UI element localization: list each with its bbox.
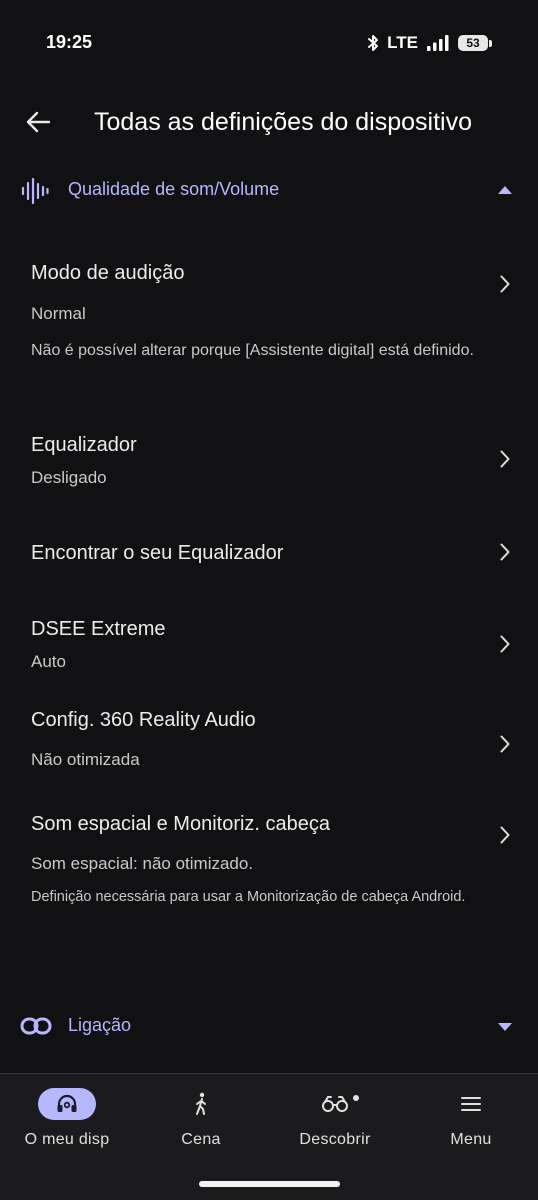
back-button[interactable] — [20, 104, 56, 140]
arrow-left-icon — [26, 111, 51, 133]
setting-value: Som espacial: não otimizado. — [31, 854, 254, 873]
setting-360-reality-audio[interactable]: Config. 360 Reality Audio Não otimizada — [0, 690, 538, 790]
setting-equalizer[interactable]: Equalizador Desligado — [0, 420, 538, 500]
nav-my-device[interactable]: O meu disp — [0, 1088, 134, 1149]
nav-discover[interactable]: Descobrir — [268, 1088, 402, 1149]
nav-label: Menu — [450, 1131, 492, 1148]
nav-label: Descobrir — [299, 1131, 371, 1148]
status-time: 19:25 — [46, 32, 93, 52]
walking-person-icon — [196, 1092, 206, 1115]
nav-label: O meu disp — [24, 1131, 110, 1148]
section-title: Qualidade de som/Volume — [68, 179, 280, 199]
page-title: Todas as definições do dispositivo — [94, 108, 473, 136]
bluetooth-icon — [368, 35, 379, 51]
setting-title: Encontrar o seu Equalizador — [31, 542, 284, 564]
hamburger-menu-icon — [461, 1097, 481, 1111]
nav-menu[interactable]: Menu — [404, 1088, 538, 1149]
setting-value: Normal — [31, 304, 86, 323]
setting-note: Definição necessária para usar a Monitor… — [31, 889, 466, 905]
nav-label: Cena — [181, 1131, 221, 1148]
chevron-right-icon — [500, 543, 510, 561]
chevron-right-icon — [500, 275, 510, 293]
home-indicator[interactable] — [199, 1181, 340, 1187]
sound-wave-icon — [21, 177, 49, 205]
setting-title: Equalizador — [31, 434, 137, 456]
setting-title: Config. 360 Reality Audio — [31, 709, 256, 731]
caret-down-icon — [498, 1023, 512, 1031]
setting-value: Auto — [31, 652, 66, 671]
section-title: Ligação — [68, 1015, 132, 1035]
battery-icon: 53 — [458, 35, 492, 51]
status-indicators: LTE 53 — [367, 33, 492, 53]
setting-value: Desligado — [31, 468, 107, 487]
link-icon — [20, 1017, 52, 1035]
caret-up-icon — [498, 186, 512, 194]
setting-listening-mode[interactable]: Modo de audição Normal Não é possível al… — [0, 240, 538, 400]
chevron-right-icon — [500, 826, 510, 844]
headphones-icon — [57, 1094, 77, 1112]
network-type: LTE — [387, 33, 418, 52]
signal-icon — [427, 35, 449, 51]
app-header: Todas as definições do dispositivo — [0, 96, 538, 152]
binoculars-icon — [322, 1096, 348, 1112]
setting-title: Som espacial e Monitoriz. cabeça — [31, 813, 331, 835]
setting-spatial-sound[interactable]: Som espacial e Monitoriz. cabeça Som esp… — [0, 795, 538, 935]
setting-note: Não é possível alterar porque [Assistent… — [31, 342, 474, 359]
active-indicator — [38, 1088, 96, 1120]
setting-value: Não otimizada — [31, 750, 140, 769]
setting-dsee-extreme[interactable]: DSEE Extreme Auto — [0, 600, 538, 684]
setting-find-equalizer[interactable]: Encontrar o seu Equalizador — [0, 520, 538, 586]
notification-dot — [353, 1095, 359, 1101]
chevron-right-icon — [500, 635, 510, 653]
nav-scene[interactable]: Cena — [134, 1088, 268, 1149]
section-connection[interactable]: Ligação — [0, 1001, 538, 1053]
section-sound-quality[interactable]: Qualidade de som/Volume — [0, 165, 538, 217]
setting-title: Modo de audição — [31, 262, 185, 284]
chevron-right-icon — [500, 735, 510, 753]
battery-level: 53 — [458, 35, 488, 51]
setting-title: DSEE Extreme — [31, 618, 166, 640]
status-bar: 19:25 LTE 53 — [0, 0, 538, 86]
chevron-right-icon — [500, 450, 510, 468]
